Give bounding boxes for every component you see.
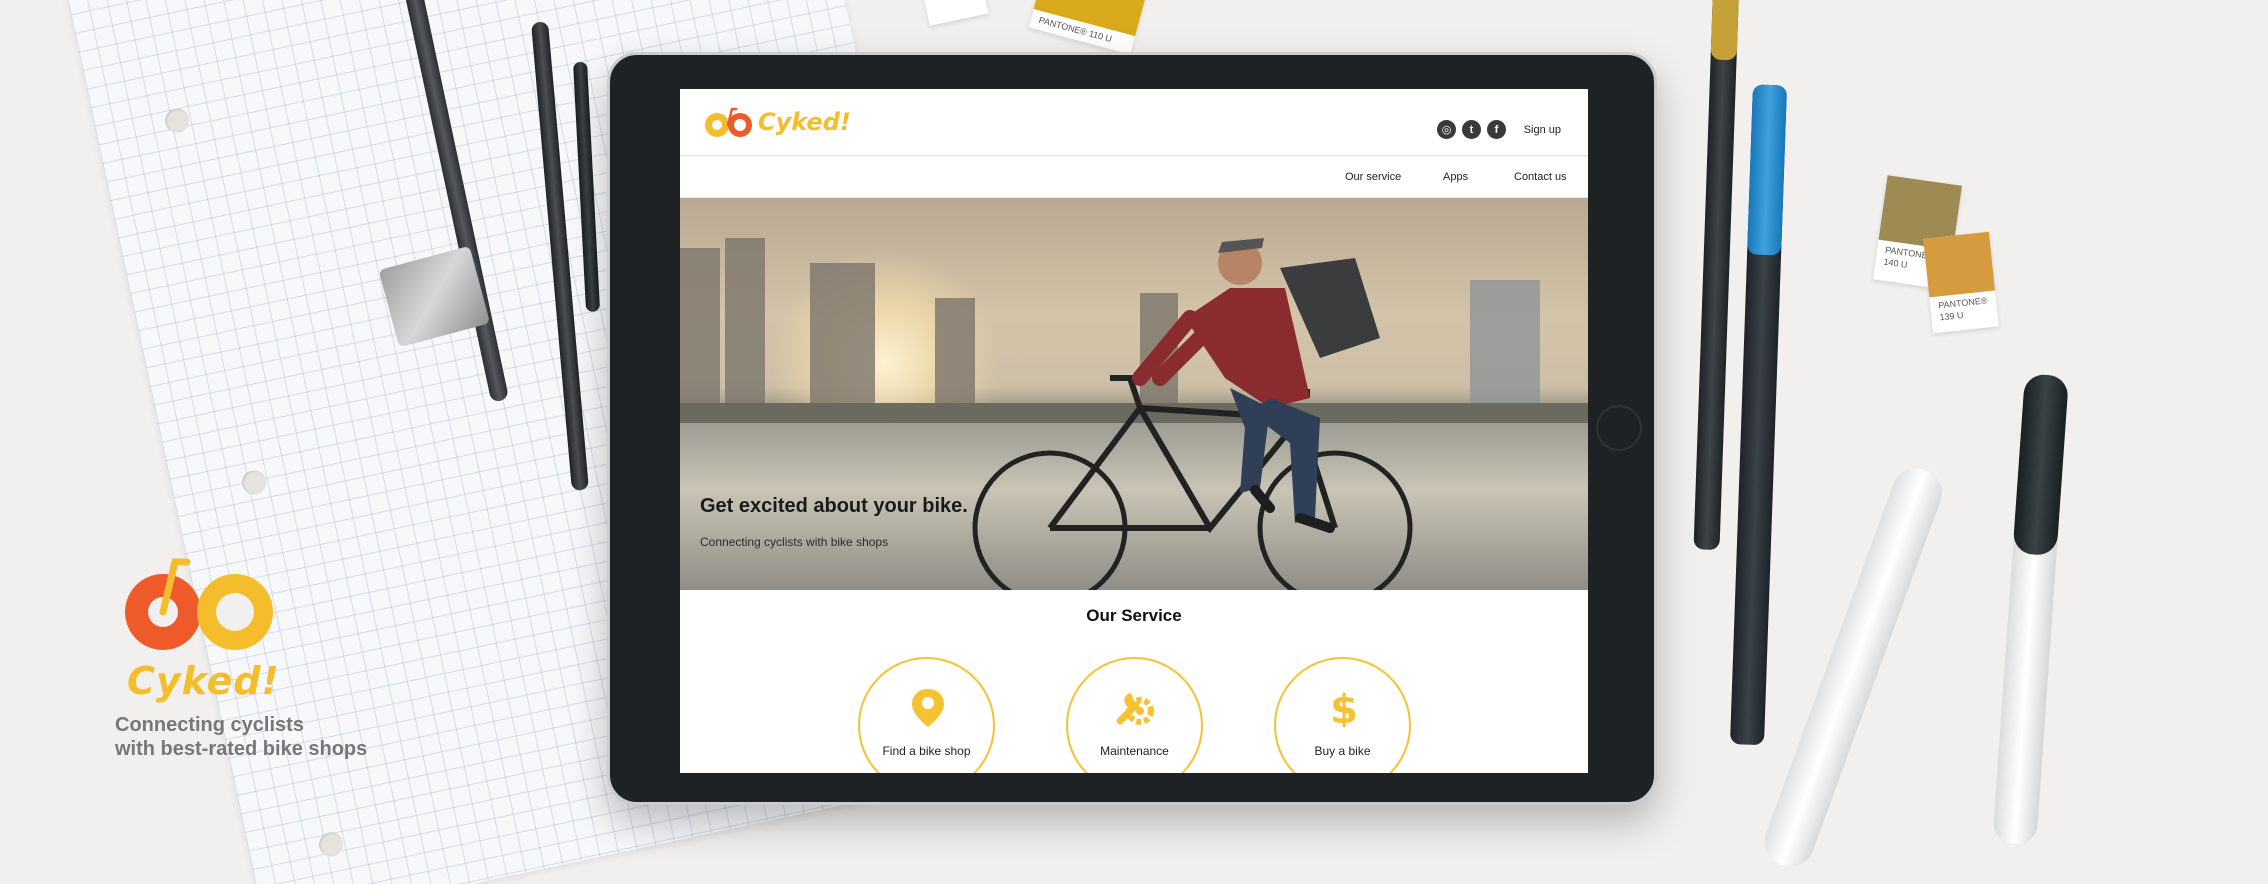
service-find-bike-shop[interactable]: Find a bike shop [858,657,995,773]
brand-tagline: Connecting cyclists with best-rated bike… [115,714,368,760]
website-screen: Cyked! ◎ t f Sign up Our service Apps Co… [680,89,1588,773]
brand-block: Cyked! Connecting cyclists with best-rat… [115,552,455,761]
cyclist-illustration [972,238,1413,590]
skyline-building [810,263,875,408]
site-logo[interactable]: Cyked! [702,105,851,139]
paper-hole [316,830,346,859]
service-section-title: Our Service [1086,606,1182,625]
dollar-icon: $ [1330,687,1358,727]
instagram-icon[interactable]: ◎ [1437,120,1456,139]
skyline-building [935,298,975,408]
twitter-icon[interactable]: t [1462,120,1481,139]
pantone-swatch: PANTONE® 110 U [1028,0,1147,55]
copic-marker [1757,461,1949,874]
skyline-building [725,238,765,408]
site-logo-text: Cyked! [758,108,851,136]
service-label: Find a bike shop [882,744,971,758]
service-buy-bike[interactable]: $ Buy a bike [1274,657,1411,773]
brush-pen-black [1693,0,1739,551]
hero-banner: Get excited about your bike. Connecting … [680,198,1588,590]
cyked-logo-icon [125,558,273,650]
tablet-device: Cyked! ◎ t f Sign up Our service Apps Co… [607,52,1657,805]
nav-contact-us[interactable]: Contact us [1514,171,1567,183]
tablet-home-button [1596,405,1642,451]
facebook-icon[interactable]: f [1487,120,1506,139]
nav-apps[interactable]: Apps [1443,171,1468,183]
wrench-gear-icon [1116,693,1154,725]
signup-link[interactable]: Sign up [1524,124,1561,136]
nav-our-service[interactable]: Our service [1345,171,1401,183]
skyline-building [680,248,720,408]
skyline-building [1470,280,1540,408]
map-pin-icon [912,689,944,727]
sharpie-cap [2012,373,2069,557]
site-header: Cyked! ◎ t f Sign up [680,89,1588,156]
svg-text:$: $ [1330,687,1358,727]
swatch-chip [1923,231,1996,298]
pen-cap-gold [1710,0,1739,61]
site-nav: Our service Apps Contact us [680,156,1588,198]
service-maintenance[interactable]: Maintenance [1066,657,1203,773]
brand-name: Cyked! [127,659,280,703]
service-label: Maintenance [1100,744,1169,758]
paper-hole [162,106,192,135]
hero-subtitle: Connecting cyclists with bike shops [700,535,889,549]
paper-hole [239,468,269,497]
site-logo-icon [705,107,752,137]
hero-title: Get excited about your bike. [700,495,968,517]
service-label: Buy a bike [1314,744,1371,758]
social-links: ◎ t f [1437,120,1506,139]
pantone-swatch: PANTONE® 139 U [1923,231,1999,334]
pen-cap-blue [1747,84,1787,256]
pantone-swatch [921,0,989,26]
swatch-label: PANTONE® 139 U [1937,295,1988,322]
